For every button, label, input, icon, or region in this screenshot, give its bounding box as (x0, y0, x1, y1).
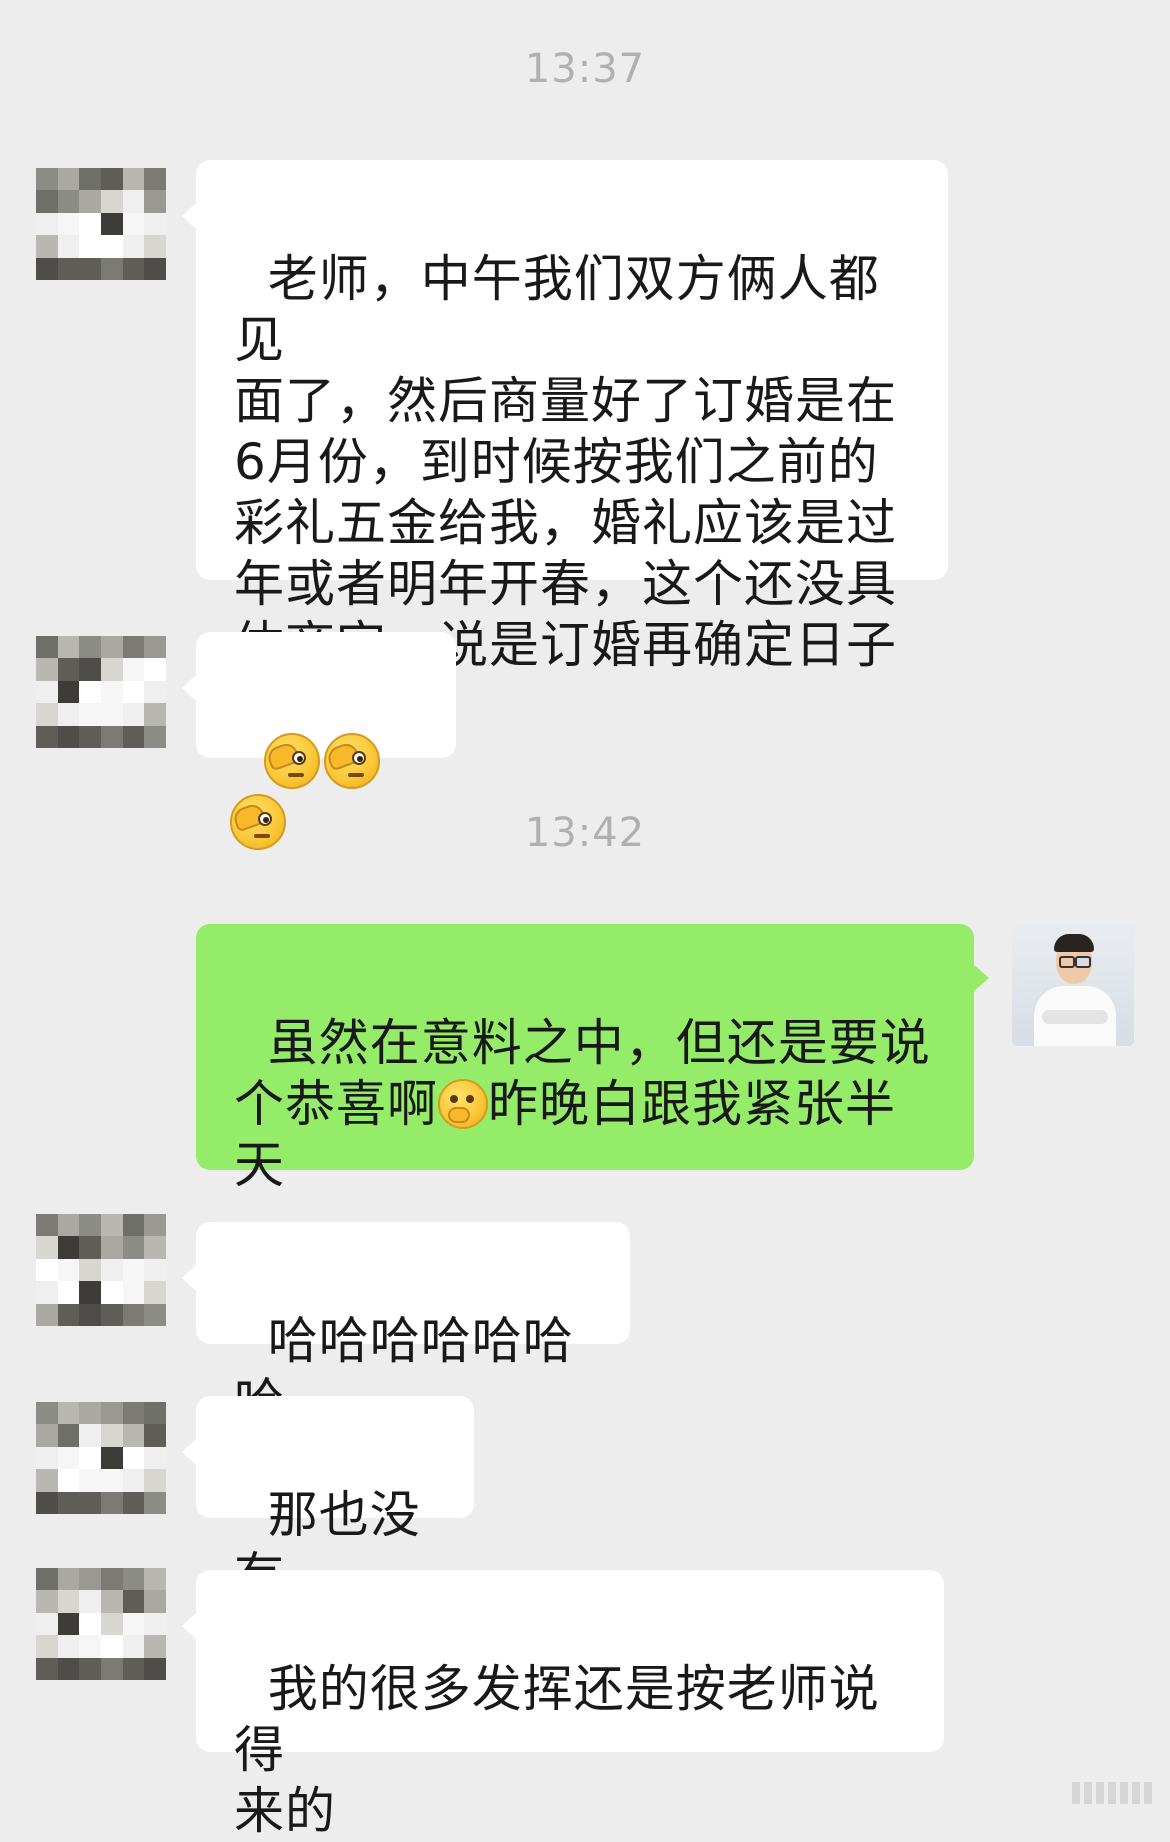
contact-avatar[interactable] (36, 168, 166, 280)
message-bubble-1[interactable]: 老师，中午我们双方俩人都见 面了，然后商量好了订婚是在 6月份，到时候按我们之前… (182, 160, 948, 674)
face-with-hand-over-mouth-emoji (438, 1079, 488, 1129)
message-bubble-3[interactable]: 虽然在意料之中，但还是要说 个恭喜啊 昨晚白跟我紧张半 天 (196, 924, 989, 1194)
contact-avatar[interactable] (36, 1402, 166, 1514)
face-with-peeking-eye-emoji (323, 732, 380, 789)
timestamp-1: 13:37 (524, 46, 646, 92)
message-text-1: 老师，中午我们双方俩人都见 面了，然后商量好了订婚是在 6月份，到时候按我们之前… (234, 250, 897, 674)
face-with-peeking-eye-emoji (263, 732, 320, 789)
timestamp-2: 13:42 (524, 810, 646, 856)
message-bubble-4[interactable]: 哈哈哈哈哈哈哈 (182, 1222, 630, 1431)
message-text-6: 我的很多发挥还是按老师说得 来的 (234, 1660, 880, 1840)
my-avatar[interactable] (1012, 924, 1134, 1046)
watermark-icon (1072, 1782, 1152, 1804)
contact-avatar[interactable] (36, 1568, 166, 1680)
contact-avatar[interactable] (36, 1214, 166, 1326)
message-bubble-2[interactable] (182, 632, 456, 850)
contact-avatar[interactable] (36, 636, 166, 748)
message-bubble-5[interactable]: 那也没有 (182, 1396, 474, 1605)
message-bubble-6[interactable]: 我的很多发挥还是按老师说得 来的 (182, 1570, 944, 1840)
